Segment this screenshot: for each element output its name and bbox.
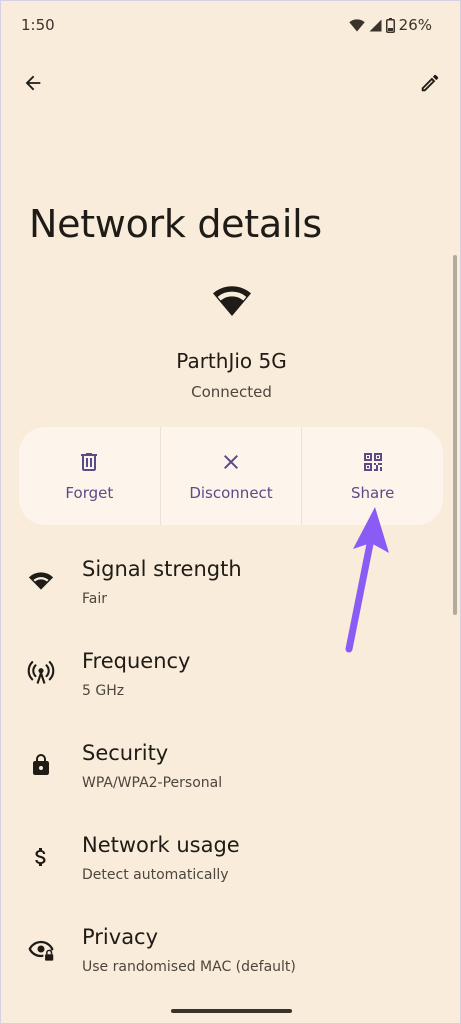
lock-icon [27,751,55,779]
disconnect-label: Disconnect [189,484,273,502]
privacy-value: Use randomised MAC (default) [82,959,296,975]
status-bar: 1:50 26% [1,1,461,51]
network-header: ParthJio 5G Connected [1,281,461,401]
dollar-icon [27,843,55,871]
signal-strength-value: Fair [82,591,107,607]
disconnect-button[interactable]: Disconnect [161,427,303,525]
privacy-title: Privacy [82,925,159,949]
list-item-privacy[interactable]: Privacy Use randomised MAC (default) [1,921,461,1013]
pencil-icon [421,74,439,92]
edit-button[interactable] [410,63,450,103]
network-name: ParthJio 5G [176,349,287,373]
trash-icon [81,453,98,471]
list-item-frequency: Frequency 5 GHz [1,645,461,737]
status-time: 1:50 [21,16,55,34]
cell-signal-icon [369,19,382,31]
signal-strength-title: Signal strength [82,557,242,581]
list-item-security: Security WPA/WPA2-Personal [1,737,461,829]
top-app-bar [1,61,461,105]
battery-percent: 26% [398,16,432,34]
frequency-title: Frequency [82,649,191,673]
wifi-signal-icon [27,567,55,595]
security-value: WPA/WPA2-Personal [82,775,223,791]
arrow-back-icon [25,75,41,91]
qr-code-icon [363,453,382,471]
antenna-icon [27,659,55,687]
wifi-status-icon [348,18,365,31]
connection-status: Connected [191,383,272,401]
wifi-icon [212,286,251,316]
list-item-signal-strength: Signal strength Fair [1,553,461,645]
security-title: Security [82,741,169,765]
forget-button[interactable]: Forget [19,427,161,525]
close-icon [224,455,238,469]
frequency-value: 5 GHz [82,683,125,699]
network-usage-title: Network usage [82,833,240,857]
status-indicators: 26% [348,16,432,34]
share-label: Share [351,484,395,502]
forget-label: Forget [65,484,114,502]
back-button[interactable] [13,63,53,103]
page-title: Network details [29,202,322,247]
network-usage-value: Detect automatically [82,867,229,883]
gesture-nav-handle[interactable] [171,1009,292,1013]
list-item-network-usage[interactable]: Network usage Detect automatically [1,829,461,921]
detail-list: Signal strength Fair Frequency 5 GHz Sec… [1,553,461,1013]
battery-icon [385,17,395,33]
privacy-eye-icon [27,935,55,963]
